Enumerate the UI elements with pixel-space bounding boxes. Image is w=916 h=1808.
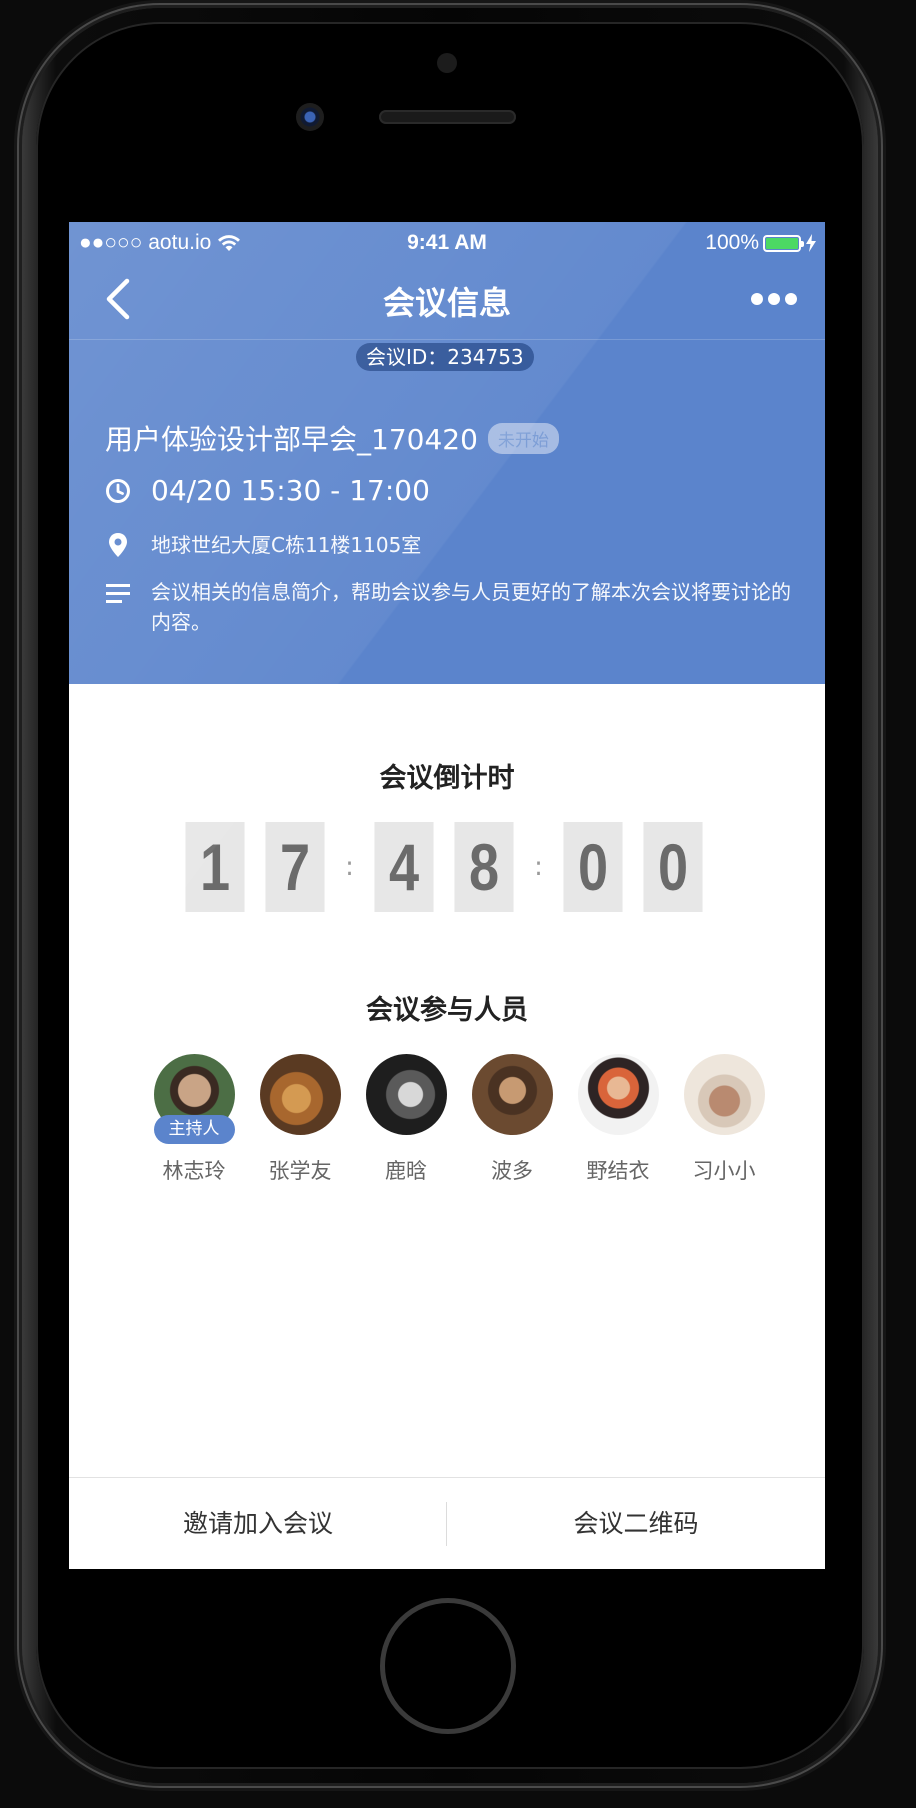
participants-list: 主持人 林志玲 张学友 鹿晗 波多 野结衣 习小小 [141, 1054, 777, 1185]
meeting-description: 会议相关的信息简介，帮助会议参与人员更好的了解本次会议将要讨论的内容。 [151, 580, 791, 634]
countdown-title: 会议倒计时 [379, 763, 515, 794]
participants-title: 会议参与人员 [366, 995, 528, 1026]
participant-item[interactable]: 鹿晗 [353, 1054, 459, 1185]
participant-name: 林志玲 [162, 1159, 226, 1183]
power-button [879, 374, 885, 509]
battery-icon [763, 234, 804, 252]
meeting-time: 04/20 15:30 - 17:00 [151, 474, 430, 507]
proximity-sensor [437, 53, 457, 73]
charging-bolt-icon [806, 234, 816, 252]
meeting-title-row: 用户体验设计部早会_170420 未开始 [105, 418, 559, 458]
participant-item[interactable]: 张学友 [247, 1054, 353, 1185]
countdown-digit: 8 [454, 822, 514, 912]
nav-bar: 会议信息 [69, 264, 825, 334]
volume-up-button [14, 374, 20, 474]
meeting-id-pill: 会议ID：234753 [356, 343, 534, 371]
more-options-button[interactable] [749, 286, 799, 312]
avatar[interactable] [471, 1054, 553, 1135]
volume-down-button [14, 538, 20, 638]
countdown-timer: 1 7 : 4 8 : 0 0 [179, 822, 709, 912]
battery-percent: 100% [705, 231, 759, 254]
home-button[interactable] [380, 1598, 516, 1734]
avatar[interactable]: 主持人 [153, 1054, 235, 1144]
avatar[interactable] [683, 1054, 765, 1135]
ellipsis-icon [751, 293, 797, 305]
mute-switch [14, 228, 20, 268]
avatar[interactable] [577, 1054, 659, 1135]
participant-item[interactable]: 野结衣 [565, 1054, 671, 1185]
page-title: 会议信息 [382, 284, 511, 322]
participant-name: 习小小 [692, 1159, 756, 1183]
countdown-digit: 4 [374, 822, 434, 912]
invite-button[interactable]: 邀请加入会议 [69, 1478, 447, 1569]
participant-item[interactable]: 主持人 林志玲 [141, 1054, 247, 1185]
status-badge: 未开始 [487, 422, 559, 454]
avatar[interactable] [259, 1054, 341, 1135]
meeting-description-row: 会议相关的信息简介，帮助会议参与人员更好的了解本次会议将要讨论的内容。 [105, 577, 791, 637]
meeting-location: 地球世纪大厦C栋11楼1105室 [151, 533, 422, 557]
qrcode-button[interactable]: 会议二维码 [447, 1478, 825, 1569]
battery-fill [766, 237, 798, 249]
avatar[interactable] [365, 1054, 447, 1135]
participant-name: 波多 [491, 1159, 533, 1183]
earpiece-speaker [379, 110, 516, 124]
clock-icon [106, 479, 130, 503]
meeting-title: 用户体验设计部早会_170420 [105, 423, 478, 456]
participant-name: 野结衣 [586, 1159, 650, 1183]
participant-item[interactable]: 习小小 [671, 1054, 777, 1185]
participant-name: 鹿晗 [385, 1159, 427, 1183]
participant-name: 张学友 [268, 1159, 332, 1183]
countdown-separator: : [534, 852, 543, 882]
meeting-location-row: 地球世纪大厦C栋11楼1105室 [105, 532, 421, 558]
countdown-separator: : [345, 852, 354, 882]
device-mockup: ●●○○○ aotu.io 9:41 AM 100% 会议信息 会议ID：234… [0, 0, 916, 1808]
bottom-action-bar: 邀请加入会议 会议二维码 [69, 1477, 825, 1569]
host-badge: 主持人 [153, 1115, 235, 1144]
status-bar: ●●○○○ aotu.io 9:41 AM 100% [69, 222, 825, 264]
nav-divider [69, 339, 825, 340]
countdown-digit: 0 [563, 822, 623, 912]
bottom-divider [446, 1502, 447, 1546]
app-screen: ●●○○○ aotu.io 9:41 AM 100% 会议信息 会议ID：234… [69, 222, 825, 1569]
front-camera [296, 103, 324, 131]
countdown-digit: 7 [265, 822, 325, 912]
countdown-digit: 0 [643, 822, 703, 912]
countdown-digit: 1 [185, 822, 245, 912]
description-lines-icon [106, 584, 130, 603]
location-pin-icon [109, 533, 127, 557]
meeting-time-row: 04/20 15:30 - 17:00 [105, 474, 430, 507]
participant-item[interactable]: 波多 [459, 1054, 565, 1185]
